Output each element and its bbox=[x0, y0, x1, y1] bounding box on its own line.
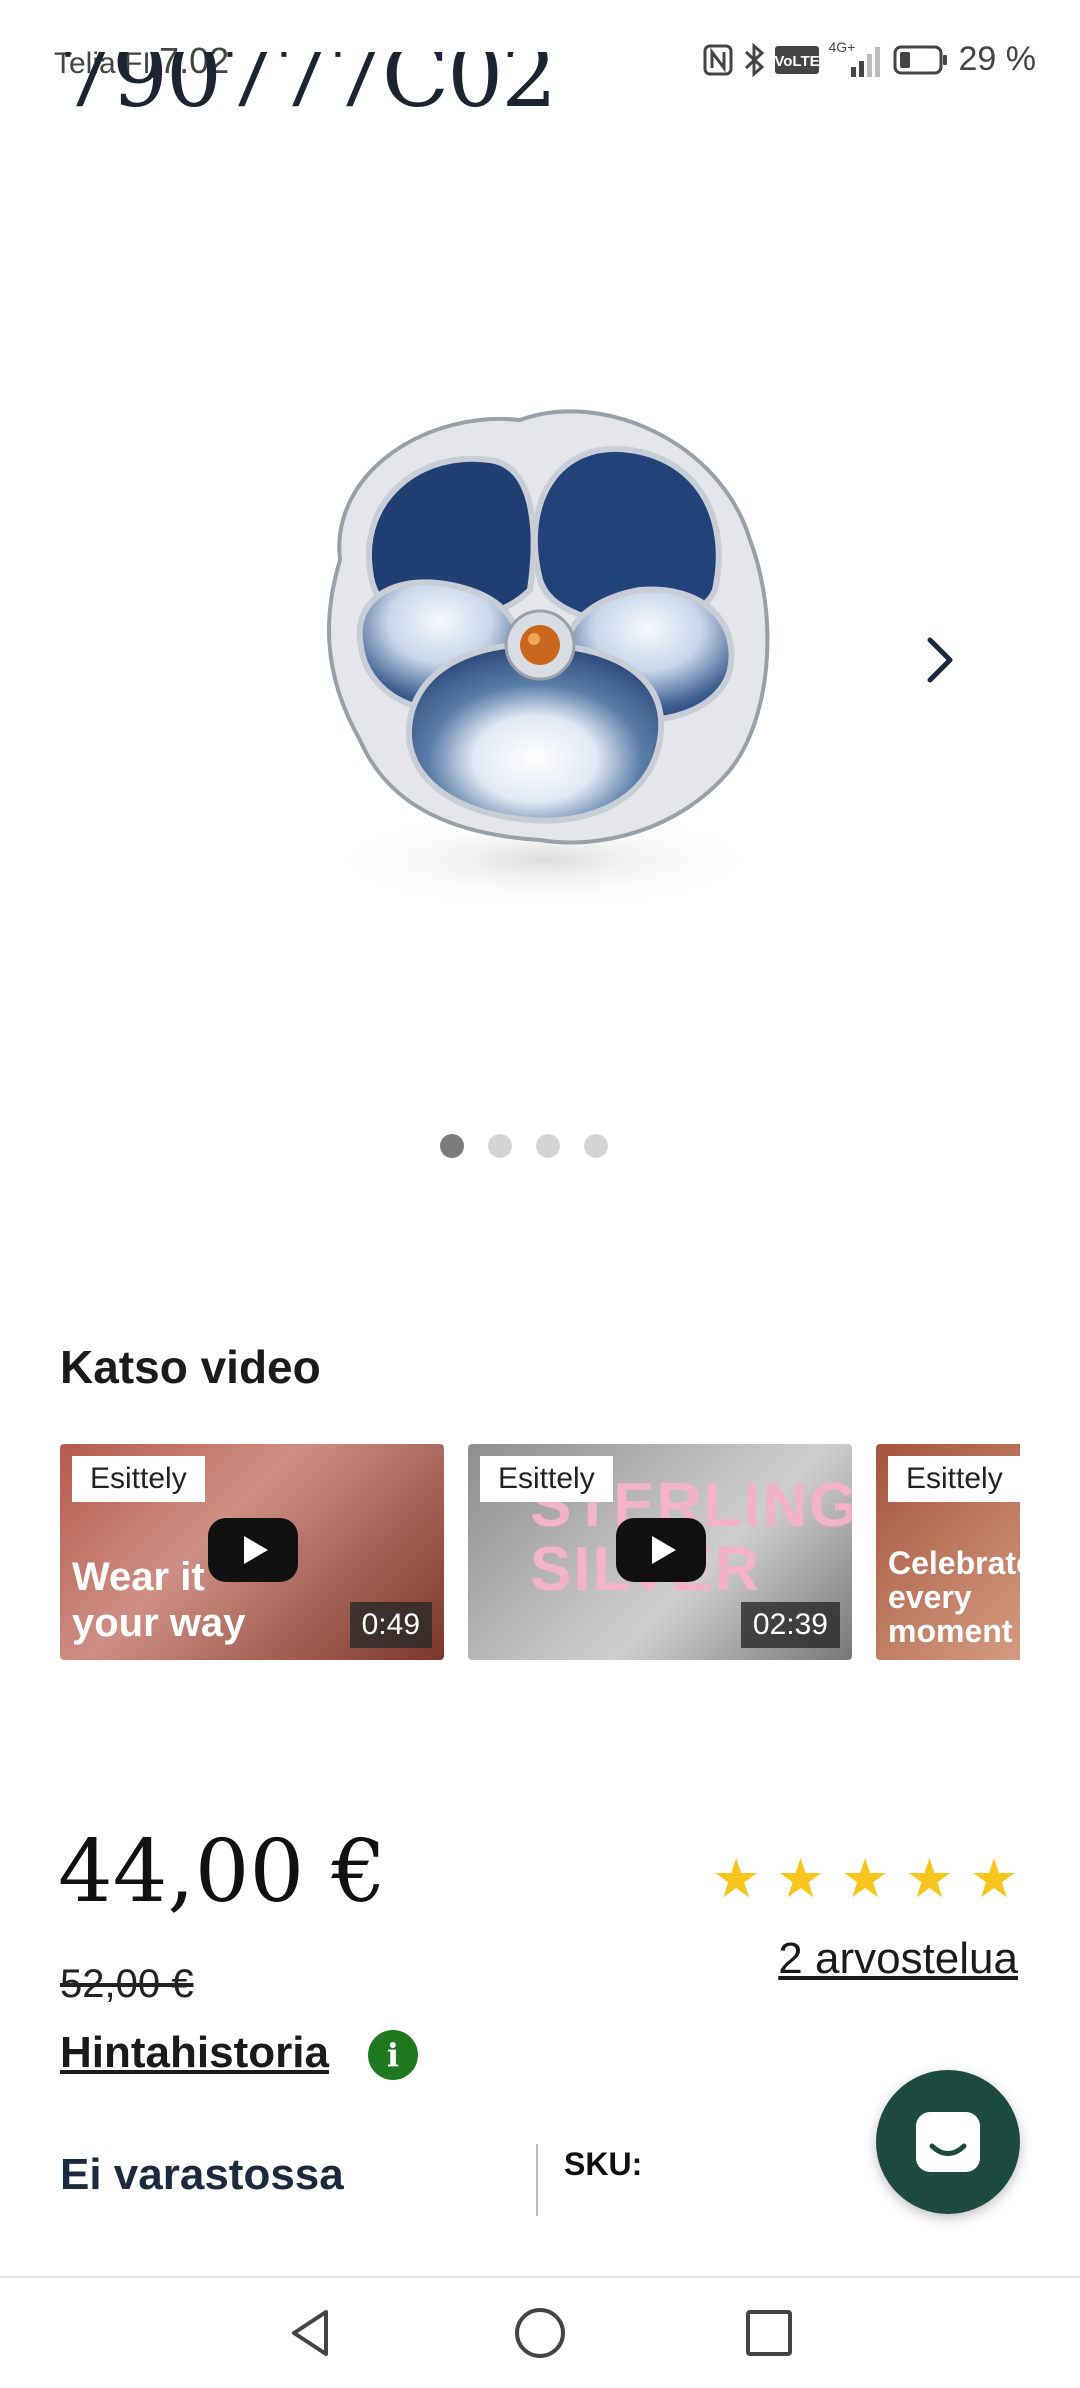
video-card[interactable]: Esittely Wear it your way 0:49 bbox=[60, 1444, 444, 1660]
back-button[interactable] bbox=[276, 2298, 346, 2368]
video-duration: 0:49 bbox=[349, 1602, 432, 1648]
video-card[interactable]: Esittely Celebrate every moment bbox=[876, 1444, 1020, 1660]
carousel-dot[interactable] bbox=[488, 1134, 512, 1158]
reviews-link[interactable]: 2 arvostelua bbox=[778, 1934, 1018, 1984]
back-triangle-icon bbox=[292, 2310, 328, 2356]
video-card[interactable]: STERLING SILVER Esittely 02:39 bbox=[468, 1444, 852, 1660]
video-tag: Esittely bbox=[480, 1456, 613, 1502]
system-nav-bar bbox=[0, 2276, 1080, 2388]
star-icon: ★ bbox=[969, 1849, 1019, 1909]
product-image[interactable] bbox=[300, 390, 790, 950]
bluetooth-icon bbox=[744, 42, 764, 77]
video-duration: 02:39 bbox=[740, 1602, 840, 1648]
sku-label: SKU: bbox=[564, 2146, 643, 2182]
video-section-title: Katso video bbox=[60, 1341, 321, 1393]
home-button[interactable] bbox=[505, 2298, 575, 2368]
carousel-dot[interactable] bbox=[584, 1134, 608, 1158]
carousel-dot[interactable] bbox=[536, 1134, 560, 1158]
battery-icon bbox=[893, 45, 947, 74]
current-price: 44,00 € bbox=[58, 1822, 387, 1922]
product-code: 790777C02 bbox=[58, 52, 557, 127]
star-icon: ★ bbox=[776, 1849, 825, 1909]
play-icon[interactable] bbox=[616, 1518, 706, 1582]
chat-button[interactable] bbox=[876, 2070, 1020, 2214]
pansy-charm-illustration bbox=[325, 409, 770, 910]
video-tag: Esittely bbox=[72, 1456, 205, 1502]
video-carousel[interactable]: Esittely Wear it your way 0:49 STERLING … bbox=[60, 1444, 1020, 1660]
battery-percent: 29 % bbox=[958, 40, 1037, 78]
svg-text:VoLTE: VoLTE bbox=[775, 53, 819, 70]
carousel-dot[interactable] bbox=[440, 1134, 464, 1158]
star-icon: ★ bbox=[712, 1849, 761, 1909]
star-icon: ★ bbox=[905, 1849, 954, 1909]
rating-stars: ★ ★ ★ ★ ★ bbox=[712, 1852, 1018, 1906]
carousel-next-button[interactable] bbox=[910, 630, 970, 690]
chevron-right-icon bbox=[927, 637, 953, 683]
price-history-link[interactable]: Hintahistoria bbox=[60, 2028, 329, 2078]
nfc-icon bbox=[703, 44, 732, 75]
divider bbox=[536, 2144, 538, 2216]
video-tag: Esittely bbox=[888, 1456, 1020, 1502]
recents-button[interactable] bbox=[734, 2298, 804, 2368]
star-icon: ★ bbox=[840, 1849, 890, 1909]
stock-status: Ei varastossa bbox=[60, 2150, 344, 2199]
volte-icon: VoLTE bbox=[774, 45, 819, 74]
original-price: 52,00 € bbox=[60, 1962, 194, 2006]
status-icons: VoLTE 4G+ 29 % bbox=[703, 39, 1037, 79]
carousel-indicator bbox=[440, 1134, 608, 1158]
home-circle-icon bbox=[515, 2308, 565, 2358]
play-icon[interactable] bbox=[208, 1518, 298, 1582]
signal-icon: 4G+ bbox=[829, 39, 883, 77]
recents-square-icon bbox=[746, 2310, 792, 2356]
video-caption: Celebrate every moment bbox=[888, 1545, 1020, 1649]
info-icon[interactable]: i bbox=[368, 2030, 418, 2080]
chat-icon bbox=[916, 2112, 980, 2172]
